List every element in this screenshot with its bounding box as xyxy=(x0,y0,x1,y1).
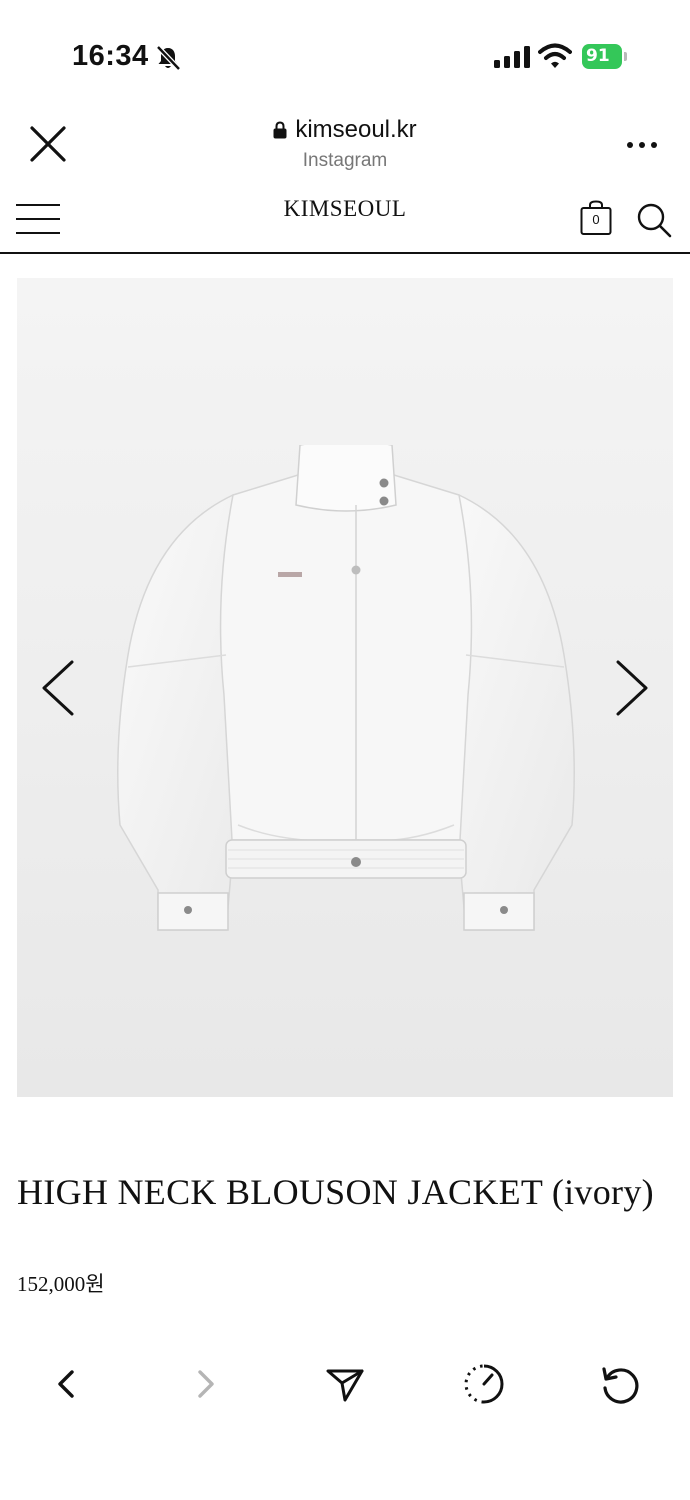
history-icon xyxy=(464,1364,504,1404)
history-button[interactable] xyxy=(462,1362,506,1406)
lock-icon xyxy=(273,121,287,139)
more-icon[interactable] xyxy=(626,140,658,150)
site-nav: KIMSEOUL 0 xyxy=(0,180,690,254)
share-icon xyxy=(326,1369,364,1402)
jacket-illustration xyxy=(117,445,575,931)
cart-count: 0 xyxy=(592,212,600,227)
url-text: kimseoul.kr xyxy=(295,116,417,143)
browser-toolbar xyxy=(0,1340,690,1430)
product-price: 152,000원 xyxy=(17,1272,105,1296)
address-bar[interactable]: kimseoul.kr Instagram xyxy=(0,116,690,172)
battery-icon: 91 xyxy=(582,44,627,69)
battery-level: 91 xyxy=(582,44,622,69)
reload-button[interactable] xyxy=(598,1362,642,1406)
back-icon xyxy=(58,1370,74,1398)
chevron-right-icon[interactable] xyxy=(614,659,650,717)
share-button[interactable] xyxy=(323,1362,367,1406)
chevron-left-icon[interactable] xyxy=(40,659,76,717)
bell-slash-icon xyxy=(156,45,181,71)
wifi-icon xyxy=(538,43,572,68)
url-display: kimseoul.kr xyxy=(273,116,417,144)
status-bar: 16:34 91 xyxy=(0,0,690,100)
forward-button[interactable] xyxy=(184,1362,228,1406)
battery-cap xyxy=(624,52,627,61)
cellular-signal-icon xyxy=(494,46,530,68)
referrer-label: Instagram xyxy=(302,150,388,171)
reload-icon xyxy=(602,1367,639,1404)
back-button[interactable] xyxy=(44,1362,88,1406)
forward-icon xyxy=(198,1370,214,1398)
browser-header: kimseoul.kr Instagram xyxy=(0,100,690,180)
cart-button[interactable]: 0 xyxy=(580,200,612,236)
product-name: HIGH NECK BLOUSON JACKET (ivory) xyxy=(17,1172,654,1212)
status-time: 16:34 xyxy=(72,40,149,72)
search-icon[interactable] xyxy=(636,202,672,238)
